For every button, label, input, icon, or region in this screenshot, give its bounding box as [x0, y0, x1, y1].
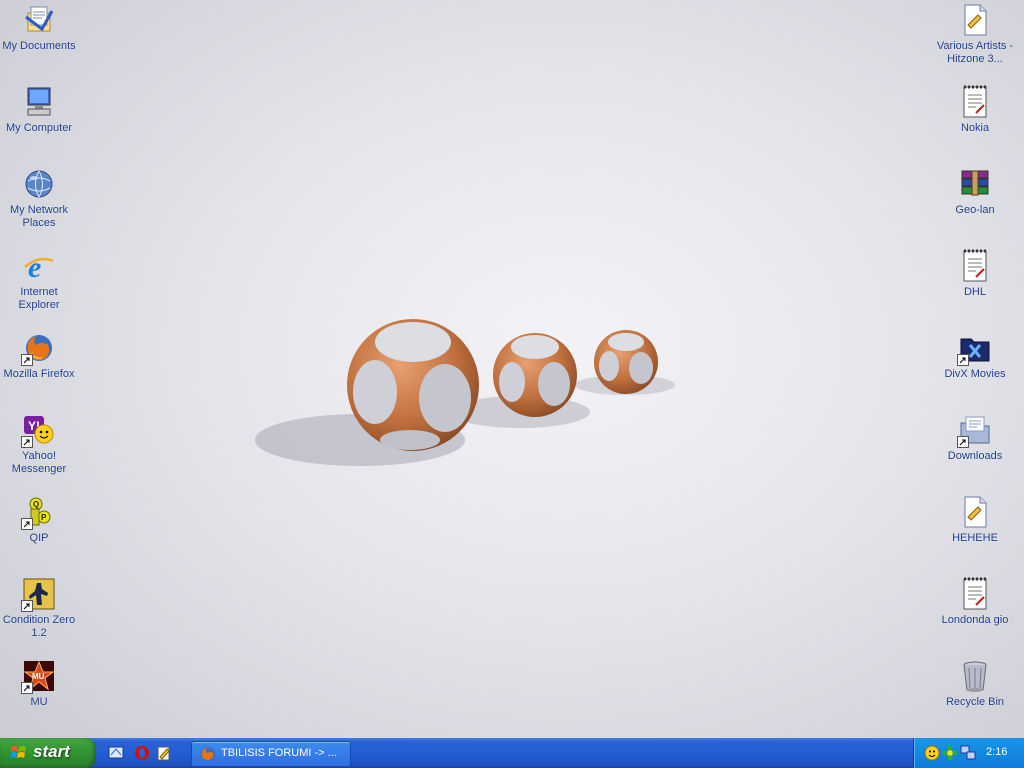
shortcut-arrow-icon: [21, 354, 33, 366]
wordpad-document-icon: [958, 85, 992, 119]
cube-medium: [493, 333, 577, 417]
my-computer-icon: [22, 85, 56, 119]
desktop-icon-label: Yahoo! Messenger: [11, 450, 67, 475]
taskbar: start TBILISIS FORUMI -> ... 2:16: [0, 738, 1024, 768]
cube-large: [347, 319, 479, 451]
qip-icon: QP: [21, 495, 56, 530]
desktop-icon-mu[interactable]: MU MU: [0, 659, 78, 709]
shortcut-arrow-icon: [21, 600, 33, 612]
desktop-icon-internet-explorer[interactable]: e Internet Explorer: [0, 249, 78, 312]
internet-explorer-icon: e: [22, 249, 56, 283]
desktop-icon-label: Internet Explorer: [18, 286, 60, 311]
taskbar-window-button[interactable]: TBILISIS FORUMI -> ...: [191, 741, 351, 767]
desktop-icon-label: QIP: [29, 532, 49, 544]
desktop-icon-label: DHL: [963, 286, 986, 298]
desktop-icon-my-computer[interactable]: My Computer: [0, 85, 78, 135]
desktop-icon-label: MU: [30, 696, 48, 708]
desktop-icon-label: Condition Zero 1.2: [2, 614, 76, 639]
desktop-icon-label: Londonda gio: [941, 614, 1009, 626]
desktop-icon-label: Recycle Bin: [945, 696, 1005, 708]
desktop-icon-dhl[interactable]: DHL: [936, 249, 1014, 299]
start-button[interactable]: start: [0, 738, 96, 768]
desktop-icon-condition-zero[interactable]: Condition Zero 1.2: [0, 577, 78, 640]
shortcut-arrow-icon: [21, 518, 33, 530]
text-document-icon: [958, 495, 992, 529]
desktop-icon-label: HEHEHE: [952, 532, 998, 544]
taskbar-window-title: TBILISIS FORUMI -> ...: [221, 747, 337, 759]
divx-folder-icon: [957, 331, 992, 366]
desktop-icon-label: My Network Places: [9, 204, 69, 229]
firefox-icon: [201, 747, 215, 761]
recycle-bin-icon: [958, 659, 992, 693]
desktop-icon-label: Mozilla Firefox: [3, 368, 75, 380]
opera-icon[interactable]: [134, 745, 150, 761]
downloads-folder-icon: [957, 413, 992, 448]
wordpad-document-icon: [958, 249, 992, 283]
network-tray-icon[interactable]: [960, 745, 976, 761]
desktop-icon-label: Geo-lan: [955, 204, 995, 216]
desktop-icon-label: My Documents: [2, 40, 76, 52]
firefox-icon: [21, 331, 56, 366]
wordpad-document-icon: [958, 577, 992, 611]
desktop-icon-recycle-bin[interactable]: Recycle Bin: [936, 659, 1014, 709]
desktop-icon-londonda-gio[interactable]: Londonda gio: [936, 577, 1014, 627]
svg-text:P: P: [41, 513, 47, 522]
svg-text:MU: MU: [32, 672, 45, 681]
winrar-archive-icon: [958, 167, 992, 201]
show-desktop-icon[interactable]: [108, 745, 124, 761]
svg-text:e: e: [28, 251, 41, 283]
wallpaper-wooden-cubes: [255, 319, 675, 466]
desktop-icon-various-artists[interactable]: Various Artists - Hitzone 3...: [936, 3, 1014, 66]
svg-text:Q: Q: [33, 500, 39, 509]
desktop-icon-geo-lan[interactable]: Geo-lan: [936, 167, 1014, 217]
desktop-icon-label: My Computer: [5, 122, 73, 134]
qip-tray-icon[interactable]: [942, 745, 958, 761]
condition-zero-icon: [21, 577, 56, 612]
clock[interactable]: 2:16: [986, 746, 1007, 758]
start-label: start: [33, 742, 70, 761]
notepad-icon[interactable]: [156, 745, 172, 761]
network-places-icon: [22, 167, 56, 201]
desktop-icon-label: Nokia: [960, 122, 990, 134]
desktop-icon-label: Downloads: [947, 450, 1003, 462]
cube-small: [594, 330, 658, 394]
desktop-icon-qip[interactable]: QP QIP: [0, 495, 78, 545]
yahoo-messenger-icon: Y!: [21, 413, 56, 448]
desktop-icon-mozilla-firefox[interactable]: Mozilla Firefox: [0, 331, 78, 381]
desktop-icon-label: Various Artists - Hitzone 3...: [936, 40, 1014, 65]
desktop-icon-downloads[interactable]: Downloads: [936, 413, 1014, 463]
desktop-icon-yahoo-messenger[interactable]: Y! Yahoo! Messenger: [0, 413, 78, 476]
desktop-icon-hehehe[interactable]: HEHEHE: [936, 495, 1014, 545]
windows-logo-icon: [10, 746, 26, 758]
yahoo-tray-icon[interactable]: [924, 745, 940, 761]
system-tray: 2:16: [913, 738, 1024, 768]
mu-icon: MU: [21, 659, 56, 694]
shortcut-arrow-icon: [957, 354, 969, 366]
shortcut-arrow-icon: [957, 436, 969, 448]
desktop-icon-nokia[interactable]: Nokia: [936, 85, 1014, 135]
shortcut-arrow-icon: [21, 682, 33, 694]
desktop-icon-my-documents[interactable]: My Documents: [0, 3, 78, 53]
desktop-icon-label: DivX Movies: [944, 368, 1006, 380]
text-document-icon: [958, 3, 992, 37]
shortcut-arrow-icon: [21, 436, 33, 448]
desktop-icon-my-network-places[interactable]: My Network Places: [0, 167, 78, 230]
desktop-icon-divx-movies[interactable]: DivX Movies: [936, 331, 1014, 381]
my-documents-icon: [22, 3, 56, 37]
